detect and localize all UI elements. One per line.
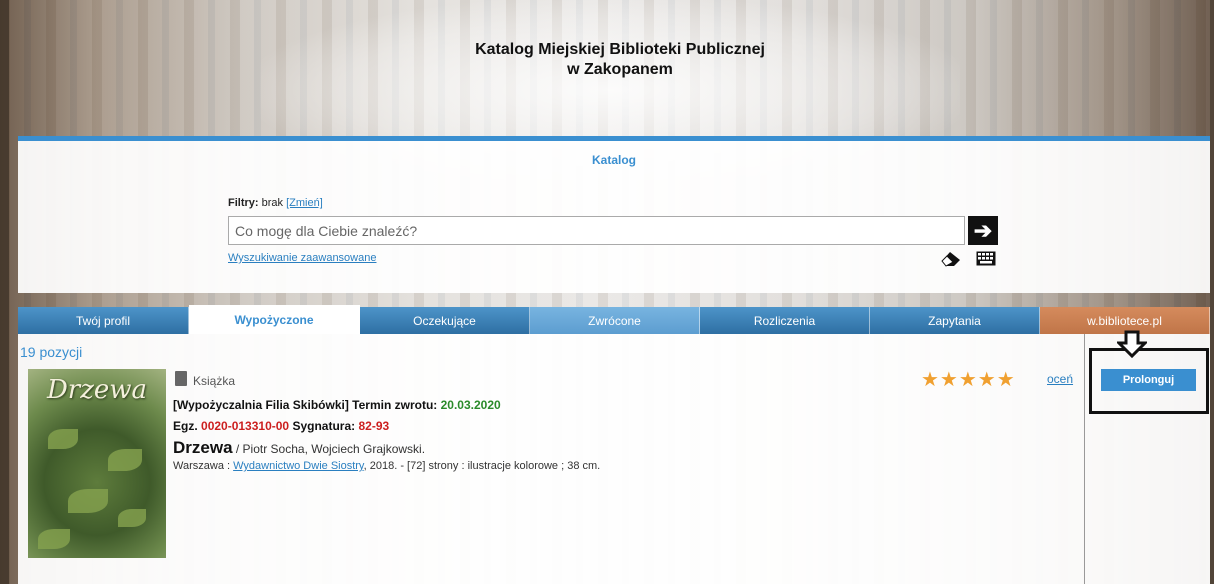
book-cover[interactable]: Drzewa <box>28 369 166 558</box>
publication-details: , 2018. - [72] strony : ilustracje kolor… <box>363 460 601 472</box>
rate-link[interactable]: oceń <box>1047 372 1073 386</box>
advanced-search-link[interactable]: Wyszukiwanie zaawansowane <box>228 252 376 264</box>
item-type: Książka <box>193 374 236 388</box>
filters-value: brak <box>261 197 284 209</box>
location: [Wypożyczalnia Filia Skibówki] <box>173 398 349 412</box>
results-count: 19 pozycji <box>20 344 83 360</box>
title-line-2: w Zakopanem <box>567 61 673 78</box>
tab-inquiries[interactable]: Zapytania <box>870 307 1040 334</box>
book-icon <box>175 371 187 386</box>
book-authors: / Piotr Socha, Wojciech Grajkowski. <box>232 442 426 456</box>
cover-leaf <box>108 449 142 471</box>
publication-info: Warszawa : Wydawnictwo Dwie Siostry, 201… <box>173 460 600 472</box>
column-divider <box>1084 334 1085 584</box>
arrow-right-icon: ➔ <box>973 217 993 243</box>
cover-leaf <box>38 529 70 549</box>
copy-info: Egz. 0020-013310-00 Sygnatura: 82-93 <box>173 419 389 433</box>
copy-label: Egz. <box>173 419 198 433</box>
search-panel: Katalog Filtry: brak [Zmień] ➔ Wyszukiwa… <box>18 141 1210 293</box>
filters-label: Filtry: <box>228 197 259 209</box>
rating-stars[interactable]: ★★★★★ <box>921 367 1016 392</box>
title-line: Drzewa / Piotr Socha, Wojciech Grajkowsk… <box>173 438 425 458</box>
left-edge <box>0 0 9 584</box>
page-title: Katalog Miejskiej Biblioteki Publicznej … <box>320 40 920 80</box>
keyboard-icon[interactable] <box>976 251 996 266</box>
copy-id: 0020-013310-00 <box>201 419 290 433</box>
tab-pending[interactable]: Oczekujące <box>360 307 530 334</box>
publisher-link[interactable]: Wydawnictwo Dwie Siostry <box>233 460 364 472</box>
tab-settlements[interactable]: Rozliczenia <box>700 307 870 334</box>
tab-borrowed[interactable]: Wypożyczone <box>189 305 360 334</box>
signature-label: Sygnatura: <box>292 419 356 433</box>
right-edge <box>1210 0 1214 584</box>
due-date: 20.03.2020 <box>440 398 501 412</box>
cover-title: Drzewa <box>46 375 148 405</box>
filters: Filtry: brak [Zmień] <box>228 197 323 209</box>
arrow-down-icon <box>1117 330 1147 358</box>
search-input[interactable] <box>228 216 965 245</box>
book-title[interactable]: Drzewa <box>173 438 233 457</box>
due-label: Termin zwrotu: <box>352 398 438 412</box>
publication-place: Warszawa : <box>173 460 234 472</box>
due-info: [Wypożyczalnia Filia Skibówki] Termin zw… <box>173 398 501 412</box>
title-line-1: Katalog Miejskiej Biblioteki Publicznej <box>475 41 765 58</box>
filters-change-link[interactable]: [Zmień] <box>286 197 323 209</box>
cover-leaf <box>68 489 108 513</box>
signature: 82-93 <box>358 419 390 433</box>
prolong-button[interactable]: Prolonguj <box>1101 369 1196 391</box>
catalog-label: Katalog <box>591 153 636 167</box>
tab-profile[interactable]: Twój profil <box>18 307 189 334</box>
cover-leaf <box>48 429 78 449</box>
search-submit-button[interactable]: ➔ <box>968 216 998 245</box>
cover-leaf <box>118 509 146 527</box>
tab-returned[interactable]: Zwrócone <box>530 307 700 334</box>
tabs-bar: Twój profil Wypożyczone Oczekujące Zwróc… <box>18 305 1210 334</box>
eraser-icon[interactable] <box>940 249 962 267</box>
results-panel: 19 pozycji Drzewa Książka [Wypożyczalnia… <box>18 334 1210 584</box>
